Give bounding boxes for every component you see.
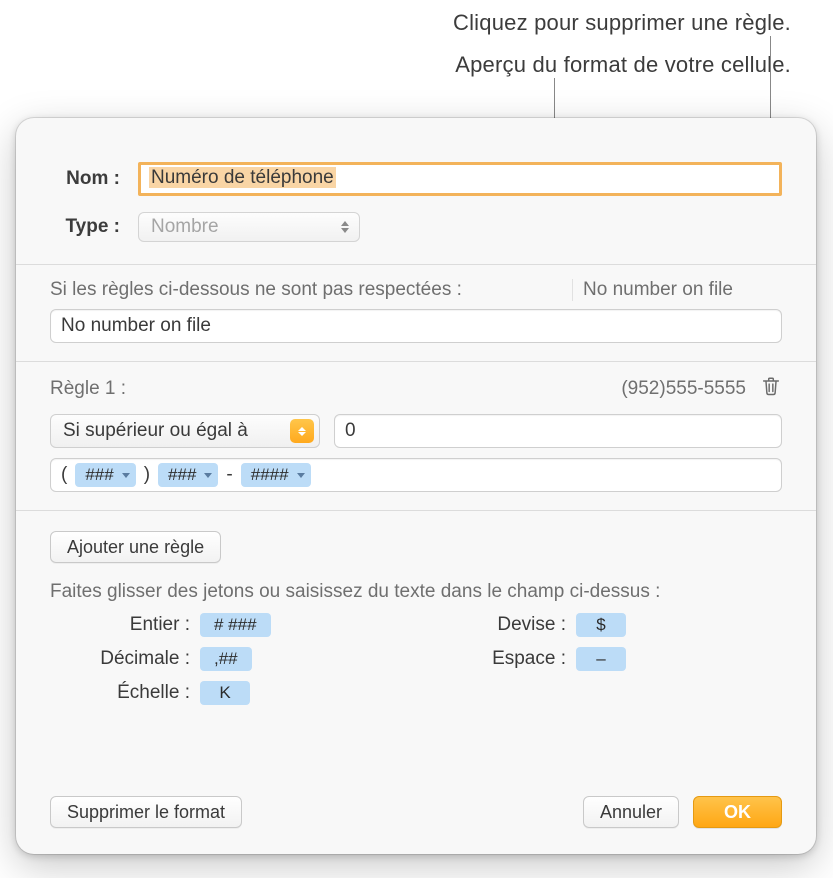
token-echelle-label: Échelle :: [50, 682, 190, 704]
chevron-down-icon: [297, 473, 305, 478]
rule-condition-select[interactable]: Si supérieur ou égal à: [50, 414, 320, 448]
stepper-icon: [290, 419, 314, 443]
ok-button[interactable]: OK: [693, 796, 782, 828]
rule-condition-value[interactable]: [334, 414, 782, 448]
format-literal-close: ): [142, 464, 152, 486]
name-label: Nom :: [50, 168, 120, 190]
tokens-help-text: Faites glisser des jetons ou saisissez d…: [16, 571, 816, 603]
token-devise[interactable]: $: [576, 613, 626, 637]
token-decimale[interactable]: ,##: [200, 647, 252, 671]
token-espace-label: Espace :: [436, 648, 566, 670]
type-label: Type :: [50, 216, 120, 238]
rule-1-title: Règle 1 :: [50, 378, 126, 400]
rule-format-field[interactable]: ( ### ) ### - ####: [50, 458, 782, 492]
name-input-value: Numéro de téléphone: [149, 167, 336, 188]
token-espace[interactable]: –: [576, 647, 626, 671]
rule-condition-label: Si supérieur ou égal à: [63, 420, 290, 442]
token-devise-label: Devise :: [436, 614, 566, 636]
trash-icon: [760, 374, 782, 398]
format-token[interactable]: ###: [75, 463, 135, 487]
format-token[interactable]: ####: [241, 463, 311, 487]
delete-format-button[interactable]: Supprimer le format: [50, 796, 242, 828]
type-select-value: Nombre: [151, 216, 219, 238]
format-literal-dash: -: [224, 464, 234, 486]
name-input[interactable]: Numéro de téléphone: [138, 162, 782, 196]
callout-format-preview: Aperçu du format de votre cellule.: [455, 52, 791, 78]
custom-format-dialog: Nom : Numéro de téléphone Type : Nombre …: [16, 118, 816, 854]
delete-rule-button[interactable]: [760, 374, 782, 404]
chevron-down-icon: [204, 473, 212, 478]
stepper-icon: [341, 218, 351, 236]
format-token[interactable]: ###: [158, 463, 218, 487]
cancel-button[interactable]: Annuler: [583, 796, 679, 828]
default-preview: No number on file: [572, 279, 782, 301]
chevron-down-icon: [122, 473, 130, 478]
type-select[interactable]: Nombre: [138, 212, 360, 242]
token-echelle[interactable]: K: [200, 681, 250, 705]
token-entier[interactable]: # ###: [200, 613, 271, 637]
callout-delete-rule: Cliquez pour supprimer une règle.: [453, 10, 791, 36]
rules-intro-text: Si les règles ci-dessous ne sont pas res…: [50, 279, 572, 301]
token-entier-label: Entier :: [50, 614, 190, 636]
add-rule-button[interactable]: Ajouter une règle: [50, 531, 221, 563]
token-decimale-label: Décimale :: [50, 648, 190, 670]
rule-1-preview: (952)555-5555: [621, 378, 746, 400]
default-format-input[interactable]: [50, 309, 782, 343]
format-literal-open: (: [59, 464, 69, 486]
